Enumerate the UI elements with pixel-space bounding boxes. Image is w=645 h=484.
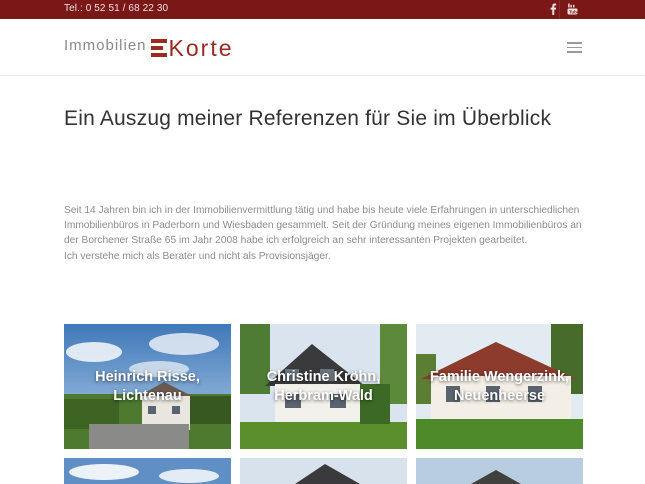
menu-hamburger-icon[interactable] — [567, 42, 582, 53]
house-photo — [240, 458, 407, 484]
phone-number[interactable]: Tel.: 0 52 51 / 68 22 30 — [64, 3, 168, 14]
reference-card-kroehn[interactable]: Christine Kröhn, Herbram-Wald — [240, 324, 407, 449]
intro-paragraph: Seit 14 Jahren bin ich in der Immobilien… — [64, 205, 582, 247]
reference-card-risse[interactable]: Heinrich Risse, Lichtenau — [64, 324, 231, 449]
reference-card[interactable] — [416, 458, 583, 484]
reference-label: Christine Kröhn, Herbram-Wald — [266, 368, 381, 404]
house-photo — [416, 458, 583, 484]
top-bar: Tel.: 0 52 51 / 68 22 30 Tube — [0, 0, 645, 19]
reference-label: Heinrich Risse, Lichtenau — [95, 368, 200, 404]
facebook-icon[interactable] — [546, 2, 560, 16]
site-logo[interactable]: Immobilien Korte — [64, 35, 234, 61]
reference-label: Familie Wengerzink, Neuenheerse — [429, 368, 570, 404]
logo-mark-icon — [150, 38, 167, 58]
logo-text-korte: Korte — [168, 34, 234, 61]
reference-card-wengerzink[interactable]: Familie Wengerzink, Neuenheerse — [416, 324, 583, 449]
reference-card[interactable] — [240, 458, 407, 484]
reference-card[interactable] — [64, 458, 231, 484]
site-header: Immobilien Korte — [0, 19, 645, 76]
page-title: Ein Auszug meiner Referenzen für Sie im … — [64, 107, 552, 130]
youtube-icon[interactable]: Tube — [565, 2, 579, 16]
social-divider — [559, 0, 560, 19]
house-photo — [64, 458, 231, 484]
logo-text-immobilien: Immobilien — [64, 36, 147, 54]
intro-text: Seit 14 Jahren bin ich in der Immobilien… — [64, 203, 584, 264]
svg-text:Tube: Tube — [569, 9, 578, 14]
intro-paragraph: Ich verstehe mich als Berater und nicht … — [64, 250, 331, 262]
